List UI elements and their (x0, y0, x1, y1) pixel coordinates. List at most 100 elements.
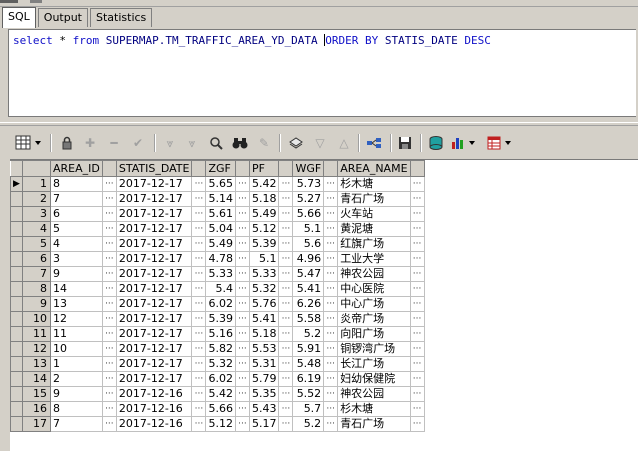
column-header-area-name[interactable]: AREA_NAME (337, 160, 411, 177)
cell-statis-date[interactable]: 2017-12-17 (115, 236, 193, 252)
cell-wgf[interactable]: 5.7 (292, 401, 325, 417)
cell-area-name[interactable]: 中心广场 (337, 296, 411, 312)
cell-ellipsis-button[interactable]: ··· (323, 401, 339, 417)
cell-ellipsis-button[interactable]: ··· (323, 176, 339, 192)
cell-area-id[interactable]: 1 (50, 356, 103, 372)
cell-ellipsis-button[interactable]: ··· (323, 206, 339, 222)
cell-pf[interactable]: 5.32 (248, 281, 280, 297)
cell-ellipsis-button[interactable]: ··· (191, 176, 207, 192)
cell-area-name[interactable]: 中心医院 (337, 281, 411, 297)
cell-area-name[interactable]: 神农公园 (337, 266, 411, 282)
cell-ellipsis-button[interactable]: ··· (278, 401, 294, 417)
row-number[interactable]: 16 (22, 401, 51, 417)
row-number[interactable]: 17 (22, 416, 51, 432)
cell-ellipsis-button[interactable]: ··· (191, 401, 207, 417)
cell-ellipsis-button[interactable]: ··· (323, 386, 339, 402)
cell-ellipsis-button[interactable]: ··· (191, 341, 207, 357)
cell-zgf[interactable]: 5.82 (205, 341, 236, 357)
cell-area-name[interactable]: 向阳广场 (337, 326, 411, 342)
cell-statis-date[interactable]: 2017-12-17 (115, 281, 193, 297)
table-row[interactable]: 12 10 ··· 2017-12-17 ··· 5.82 ··· 5.53 ··· 5.91 ··… (10, 341, 425, 357)
cell-area-name[interactable]: 黄泥塘 (337, 221, 411, 237)
cell-ellipsis-button[interactable]: ··· (191, 326, 207, 342)
export-icon[interactable] (286, 133, 306, 153)
cell-ellipsis-button[interactable]: ··· (191, 191, 207, 207)
cell-ellipsis-button[interactable]: ··· (323, 296, 339, 312)
cell-ellipsis-button[interactable]: ··· (323, 251, 339, 267)
cell-ellipsis-button[interactable]: ··· (323, 311, 339, 327)
column-header-statis-date[interactable]: STATIS_DATE (115, 160, 193, 177)
cell-statis-date[interactable]: 2017-12-17 (115, 191, 193, 207)
cell-pf[interactable]: 5.42 (248, 176, 280, 192)
table-row[interactable]: ▶ 1 8 ··· 2017-12-17 ··· 5.65 ··· 5.42 ··· 5.73 ···… (10, 176, 425, 192)
cell-ellipsis-button[interactable]: ··· (101, 251, 117, 267)
cell-ellipsis-button[interactable]: ··· (234, 356, 250, 372)
row-number[interactable]: 1 (22, 176, 51, 192)
splitter[interactable] (0, 122, 638, 126)
cell-pf[interactable]: 5.35 (248, 386, 280, 402)
cell-zgf[interactable]: 5.14 (205, 191, 236, 207)
cell-ellipsis-button[interactable]: ··· (323, 236, 339, 252)
cell-statis-date[interactable]: 2017-12-17 (115, 251, 193, 267)
cell-ellipsis-button[interactable]: ··· (323, 191, 339, 207)
column-header-pf[interactable]: PF (248, 160, 280, 177)
cell-zgf[interactable]: 5.4 (205, 281, 236, 297)
sql-text[interactable]: select * from SUPERMAP.TM_TRAFFIC_AREA_Y… (13, 34, 491, 47)
table-row[interactable]: 6 3 ··· 2017-12-17 ··· 4.78 ··· 5.1 ··· 4.96 ··· 工业… (10, 251, 425, 267)
cell-ellipsis-button[interactable]: ··· (191, 266, 207, 282)
cell-pf[interactable]: 5.43 (248, 401, 280, 417)
cell-wgf[interactable]: 6.19 (292, 371, 325, 387)
table-row[interactable]: 14 2 ··· 2017-12-17 ··· 6.02 ··· 5.79 ··· 6.19 ···… (10, 371, 425, 387)
cell-wgf[interactable]: 5.48 (292, 356, 325, 372)
cell-area-id[interactable]: 2 (50, 371, 103, 387)
sql-editor[interactable]: select * from SUPERMAP.TM_TRAFFIC_AREA_Y… (8, 29, 636, 117)
delete-record-icon[interactable]: ━ (104, 133, 124, 153)
row-indicator[interactable] (10, 371, 23, 387)
cell-wgf[interactable]: 5.58 (292, 311, 325, 327)
row-number[interactable]: 2 (22, 191, 51, 207)
cell-ellipsis-button[interactable]: ··· (278, 386, 294, 402)
cell-ellipsis-button[interactable]: ··· (278, 416, 294, 432)
binoculars-icon[interactable] (230, 133, 250, 153)
cell-area-name[interactable]: 红旗广场 (337, 236, 411, 252)
cell-statis-date[interactable]: 2017-12-17 (115, 311, 193, 327)
table-row[interactable]: 2 7 ··· 2017-12-17 ··· 5.14 ··· 5.18 ··· 5.27 ··· 青… (10, 191, 425, 207)
table-row[interactable]: 9 13 ··· 2017-12-17 ··· 6.02 ··· 5.76 ··· 6.26 ···… (10, 296, 425, 312)
database-icon[interactable] (426, 133, 446, 153)
cell-ellipsis-button[interactable]: ··· (323, 221, 339, 237)
cell-ellipsis-button[interactable]: ··· (409, 176, 425, 192)
cell-ellipsis-button[interactable]: ··· (278, 236, 294, 252)
cell-ellipsis-button[interactable]: ··· (101, 221, 117, 237)
cell-statis-date[interactable]: 2017-12-16 (115, 401, 193, 417)
cell-ellipsis-button[interactable]: ··· (409, 341, 425, 357)
cell-ellipsis-button[interactable]: ··· (191, 416, 207, 432)
chart-icon[interactable] (450, 133, 480, 153)
cell-ellipsis-button[interactable]: ··· (234, 281, 250, 297)
cell-ellipsis-button[interactable]: ··· (101, 356, 117, 372)
cell-area-id[interactable]: 9 (50, 266, 103, 282)
cell-area-name[interactable]: 杉木塘 (337, 401, 411, 417)
cell-zgf[interactable]: 5.33 (205, 266, 236, 282)
cell-area-id[interactable]: 9 (50, 386, 103, 402)
cell-zgf[interactable]: 5.32 (205, 356, 236, 372)
cell-area-name[interactable]: 火车站 (337, 206, 411, 222)
cell-statis-date[interactable]: 2017-12-17 (115, 356, 193, 372)
link-icon[interactable] (364, 133, 384, 153)
cell-ellipsis-button[interactable]: ··· (234, 191, 250, 207)
cell-ellipsis-button[interactable]: ··· (101, 236, 117, 252)
cell-ellipsis-button[interactable]: ··· (323, 266, 339, 282)
cell-area-name[interactable]: 杉木塘 (337, 176, 411, 192)
row-indicator[interactable] (10, 401, 23, 417)
cell-ellipsis-button[interactable]: ··· (409, 236, 425, 252)
cell-ellipsis-button[interactable]: ··· (323, 371, 339, 387)
row-number[interactable]: 4 (22, 221, 51, 237)
cell-pf[interactable]: 5.18 (248, 326, 280, 342)
cell-area-id[interactable]: 13 (50, 296, 103, 312)
tab-output[interactable]: Output (37, 8, 88, 27)
row-number[interactable]: 13 (22, 356, 51, 372)
row-indicator[interactable] (10, 356, 23, 372)
filter-icon[interactable]: ▽ (310, 133, 330, 153)
row-number[interactable]: 11 (22, 326, 51, 342)
cell-statis-date[interactable]: 2017-12-17 (115, 371, 193, 387)
table-row[interactable]: 13 1 ··· 2017-12-17 ··· 5.32 ··· 5.31 ··· 5.48 ···… (10, 356, 425, 372)
